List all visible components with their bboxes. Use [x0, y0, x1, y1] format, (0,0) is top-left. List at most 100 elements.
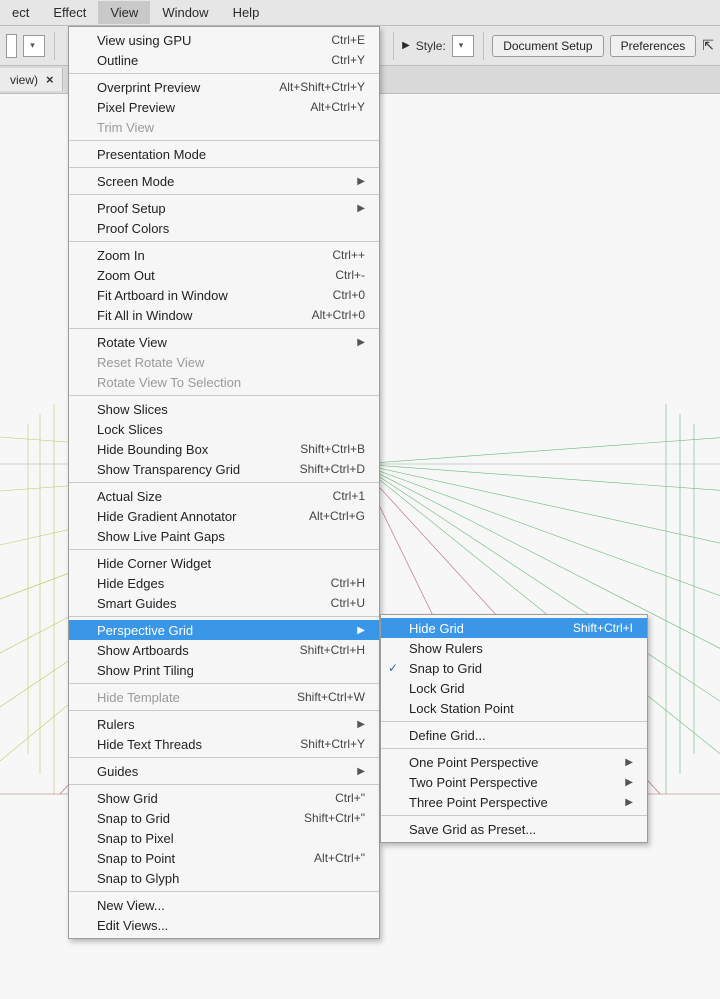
view-item-show-slices[interactable]: Show Slices	[69, 399, 379, 419]
view-item-guides[interactable]: Guides▶	[69, 761, 379, 781]
view-item-fit-artboard-in-window[interactable]: Fit Artboard in WindowCtrl+0	[69, 285, 379, 305]
shortcut-label: Ctrl+H	[331, 576, 365, 590]
view-item-show-live-paint-gaps[interactable]: Show Live Paint Gaps	[69, 526, 379, 546]
pg-item-one-point-perspective[interactable]: One Point Perspective ▶	[381, 752, 647, 772]
chevron-right-icon[interactable]: ▶	[402, 40, 410, 51]
view-item-fit-all-in-window[interactable]: Fit All in WindowAlt+Ctrl+0	[69, 305, 379, 325]
view-item-show-print-tiling[interactable]: Show Print Tiling	[69, 660, 379, 680]
view-item-rotate-view[interactable]: Rotate View▶	[69, 332, 379, 352]
style-label: Style:	[416, 39, 446, 53]
menu-item-label: Hide Corner Widget	[97, 556, 211, 571]
view-item-show-transparency-grid[interactable]: Show Transparency Grid Shift+Ctrl+D	[69, 459, 379, 479]
menu-item-label: One Point Perspective	[409, 755, 538, 770]
view-item-screen-mode[interactable]: Screen Mode▶	[69, 171, 379, 191]
fill-swatch[interactable]	[6, 34, 17, 58]
view-item-zoom-out[interactable]: Zoom OutCtrl+-	[69, 265, 379, 285]
menu-item-label: Edit Views...	[97, 918, 168, 933]
view-item-zoom-in[interactable]: Zoom InCtrl++	[69, 245, 379, 265]
view-item-outline[interactable]: OutlineCtrl+Y	[69, 50, 379, 70]
view-item-view-using-gpu[interactable]: View using GPU Ctrl+E	[69, 30, 379, 50]
menu-help[interactable]: Help	[221, 1, 272, 24]
chevron-right-icon: ▶	[357, 203, 365, 214]
document-setup-button[interactable]: Document Setup	[492, 35, 603, 57]
menu-item-label: Show Transparency Grid	[97, 462, 240, 477]
view-item-snap-to-point[interactable]: Snap to PointAlt+Ctrl+"	[69, 848, 379, 868]
view-sep	[69, 194, 379, 195]
chevron-right-icon: ▶	[625, 757, 633, 768]
shortcut-label: Alt+Ctrl+"	[314, 851, 365, 865]
swatch-caret[interactable]: ▾	[23, 35, 45, 57]
pg-item-save-grid-as-preset[interactable]: Save Grid as Preset...	[381, 819, 647, 839]
menu-item-label: Rotate View	[97, 335, 167, 350]
pg-sep	[381, 721, 647, 722]
menu-window[interactable]: Window	[150, 1, 220, 24]
view-sep	[69, 549, 379, 550]
pg-item-define-grid[interactable]: Define Grid...	[381, 725, 647, 745]
menu-effect[interactable]: Effect	[41, 1, 98, 24]
pg-item-three-point-perspective[interactable]: Three Point Perspective ▶	[381, 792, 647, 812]
shortcut-label: Ctrl+"	[335, 791, 365, 805]
shortcut-label: Shift+Ctrl+D	[300, 462, 365, 476]
chevron-right-icon: ▶	[357, 176, 365, 187]
menu-item-label: Actual Size	[97, 489, 162, 504]
shortcut-label: Ctrl+Y	[331, 53, 365, 67]
view-item-hide-text-threads[interactable]: Hide Text ThreadsShift+Ctrl+Y	[69, 734, 379, 754]
pin-icon[interactable]: ⇱	[702, 35, 714, 57]
view-item-snap-to-pixel[interactable]: Snap to Pixel	[69, 828, 379, 848]
view-item-show-artboards[interactable]: Show ArtboardsShift+Ctrl+H	[69, 640, 379, 660]
view-item-new-view[interactable]: New View...	[69, 895, 379, 915]
pg-item-show-rulers[interactable]: Show Rulers	[381, 638, 647, 658]
menu-item-label: Show Slices	[97, 402, 168, 417]
menu-item-label: Proof Setup	[97, 201, 166, 216]
document-tab[interactable]: view) ×	[0, 68, 63, 91]
menu-item-label: Show Rulers	[409, 641, 483, 656]
menu-item-label: Trim View	[97, 120, 154, 135]
view-item-snap-to-glyph[interactable]: Snap to Glyph	[69, 868, 379, 888]
menu-item-label: Two Point Perspective	[409, 775, 538, 790]
view-item-proof-setup[interactable]: Proof Setup ▶	[69, 198, 379, 218]
view-item-hide-edges[interactable]: Hide EdgesCtrl+H	[69, 573, 379, 593]
view-item-show-grid[interactable]: Show GridCtrl+"	[69, 788, 379, 808]
view-sep	[69, 395, 379, 396]
view-item-lock-slices[interactable]: Lock Slices	[69, 419, 379, 439]
close-icon[interactable]: ×	[46, 72, 54, 87]
pg-item-lock-grid[interactable]: Lock Grid	[381, 678, 647, 698]
menu-item-label: Presentation Mode	[97, 147, 206, 162]
view-item-snap-to-grid[interactable]: Snap to GridShift+Ctrl+"	[69, 808, 379, 828]
view-item-hide-corner-widget[interactable]: Hide Corner Widget	[69, 553, 379, 573]
view-item-overprint-preview[interactable]: Overprint PreviewAlt+Shift+Ctrl+Y	[69, 77, 379, 97]
tab-label: view)	[10, 73, 38, 87]
menu-item-label: Guides	[97, 764, 138, 779]
menu-item-label: Smart Guides	[97, 596, 176, 611]
style-select[interactable]: ▾	[452, 35, 474, 57]
view-item-rulers[interactable]: Rulers▶	[69, 714, 379, 734]
menu-item-label: View using GPU	[97, 33, 191, 48]
view-item-perspective-grid[interactable]: Perspective Grid▶	[69, 620, 379, 640]
menu-item-label: Proof Colors	[97, 221, 169, 236]
view-item-edit-views[interactable]: Edit Views...	[69, 915, 379, 935]
menu-item-label: Hide Bounding Box	[97, 442, 208, 457]
view-item-presentation-mode[interactable]: Presentation Mode	[69, 144, 379, 164]
view-dropdown: View using GPU Ctrl+E OutlineCtrl+Y Overpri…	[68, 26, 380, 939]
pg-item-lock-station-point[interactable]: Lock Station Point	[381, 698, 647, 718]
view-item-actual-size[interactable]: Actual SizeCtrl+1	[69, 486, 379, 506]
shortcut-label: Ctrl+E	[331, 33, 365, 47]
shortcut-label: Ctrl+U	[331, 596, 365, 610]
view-item-smart-guides[interactable]: Smart Guides Ctrl+U	[69, 593, 379, 613]
pg-item-snap-to-grid[interactable]: ✓Snap to Grid	[381, 658, 647, 678]
shortcut-label: Alt+Ctrl+Y	[310, 100, 365, 114]
pg-item-hide-grid[interactable]: Hide GridShift+Ctrl+I	[381, 618, 647, 638]
pg-item-two-point-perspective[interactable]: Two Point Perspective▶	[381, 772, 647, 792]
chevron-right-icon: ▶	[625, 797, 633, 808]
menu-item-label: Three Point Perspective	[409, 795, 548, 810]
view-item-hide-bounding-box[interactable]: Hide Bounding BoxShift+Ctrl+B	[69, 439, 379, 459]
view-sep	[69, 328, 379, 329]
view-item-hide-gradient-annotator[interactable]: Hide Gradient AnnotatorAlt+Ctrl+G	[69, 506, 379, 526]
menu-ect[interactable]: ect	[0, 1, 41, 24]
shortcut-label: Shift+Ctrl+H	[300, 643, 365, 657]
view-item-proof-colors[interactable]: Proof Colors	[69, 218, 379, 238]
menu-view[interactable]: View	[98, 1, 150, 24]
menu-item-label: Fit All in Window	[97, 308, 192, 323]
preferences-button[interactable]: Preferences	[610, 35, 697, 57]
view-item-pixel-preview[interactable]: Pixel PreviewAlt+Ctrl+Y	[69, 97, 379, 117]
